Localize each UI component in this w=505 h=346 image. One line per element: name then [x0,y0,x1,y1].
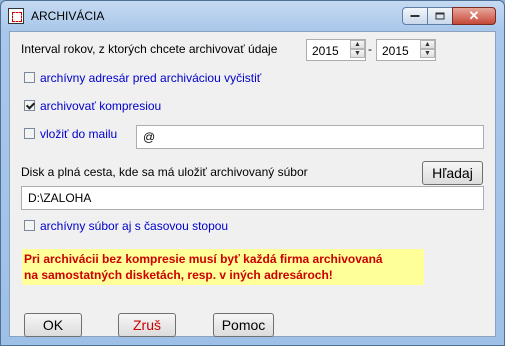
close-icon: ✕ [468,8,480,23]
year-to-spinner[interactable]: 2015 ▲ ▼ [376,39,436,61]
warning-line-1: Pri archivácii bez kompresie musí byť ka… [24,252,383,266]
help-button[interactable]: Pomoc [213,313,274,337]
year-to-down-arrow-icon[interactable]: ▼ [420,49,435,58]
year-from-value: 2015 [312,44,339,58]
minimize-button[interactable] [402,7,428,25]
email-label[interactable]: vložiť do mailu [40,127,117,141]
cancel-button[interactable]: Zruš [118,313,176,337]
timestamp-label[interactable]: archívny súbor aj s časovou stopou [40,219,228,233]
path-field[interactable]: D:\ZALOHA [21,186,484,210]
compression-checkbox[interactable] [24,100,35,111]
minimize-icon [410,15,420,17]
window-title: ARCHIVÁCIA [31,9,105,23]
year-from-up-arrow-icon[interactable]: ▲ [350,40,365,49]
maximize-button[interactable] [427,7,453,25]
archive-dialog: ARCHIVÁCIA ✕ Interval rokov, z ktorých c… [0,0,505,346]
window-controls: ✕ [402,7,496,25]
clear-folder-checkbox[interactable] [24,72,35,83]
search-button[interactable]: Hľadaj [422,161,483,185]
interval-separator: - [368,42,372,56]
email-field[interactable]: @ [136,125,484,149]
ok-button[interactable]: OK [24,313,82,337]
timestamp-checkbox[interactable] [24,220,35,231]
clear-folder-label[interactable]: archívny adresár pred archiváciou vyčist… [40,71,261,85]
warning-message: Pri archivácii bez kompresie musí byť ka… [22,249,424,285]
year-to-value: 2015 [382,44,409,58]
warning-line-2: na samostatných disketách, resp. v iných… [24,268,333,282]
year-to-up-arrow-icon[interactable]: ▲ [420,40,435,49]
path-label: Disk a plná cesta, kde sa má uložiť arch… [21,165,308,179]
app-icon [8,8,24,24]
maximize-icon [435,12,445,20]
email-checkbox[interactable] [24,128,35,139]
interval-label: Interval rokov, z ktorých chcete archivo… [21,42,278,56]
title-bar[interactable]: ARCHIVÁCIA ✕ [1,1,504,31]
year-from-down-arrow-icon[interactable]: ▼ [350,49,365,58]
compression-label[interactable]: archivovať kompresiou [40,99,161,113]
dialog-body: Interval rokov, z ktorých chcete archivo… [9,31,496,337]
year-from-spinner[interactable]: 2015 ▲ ▼ [306,39,366,61]
close-button[interactable]: ✕ [452,7,496,25]
